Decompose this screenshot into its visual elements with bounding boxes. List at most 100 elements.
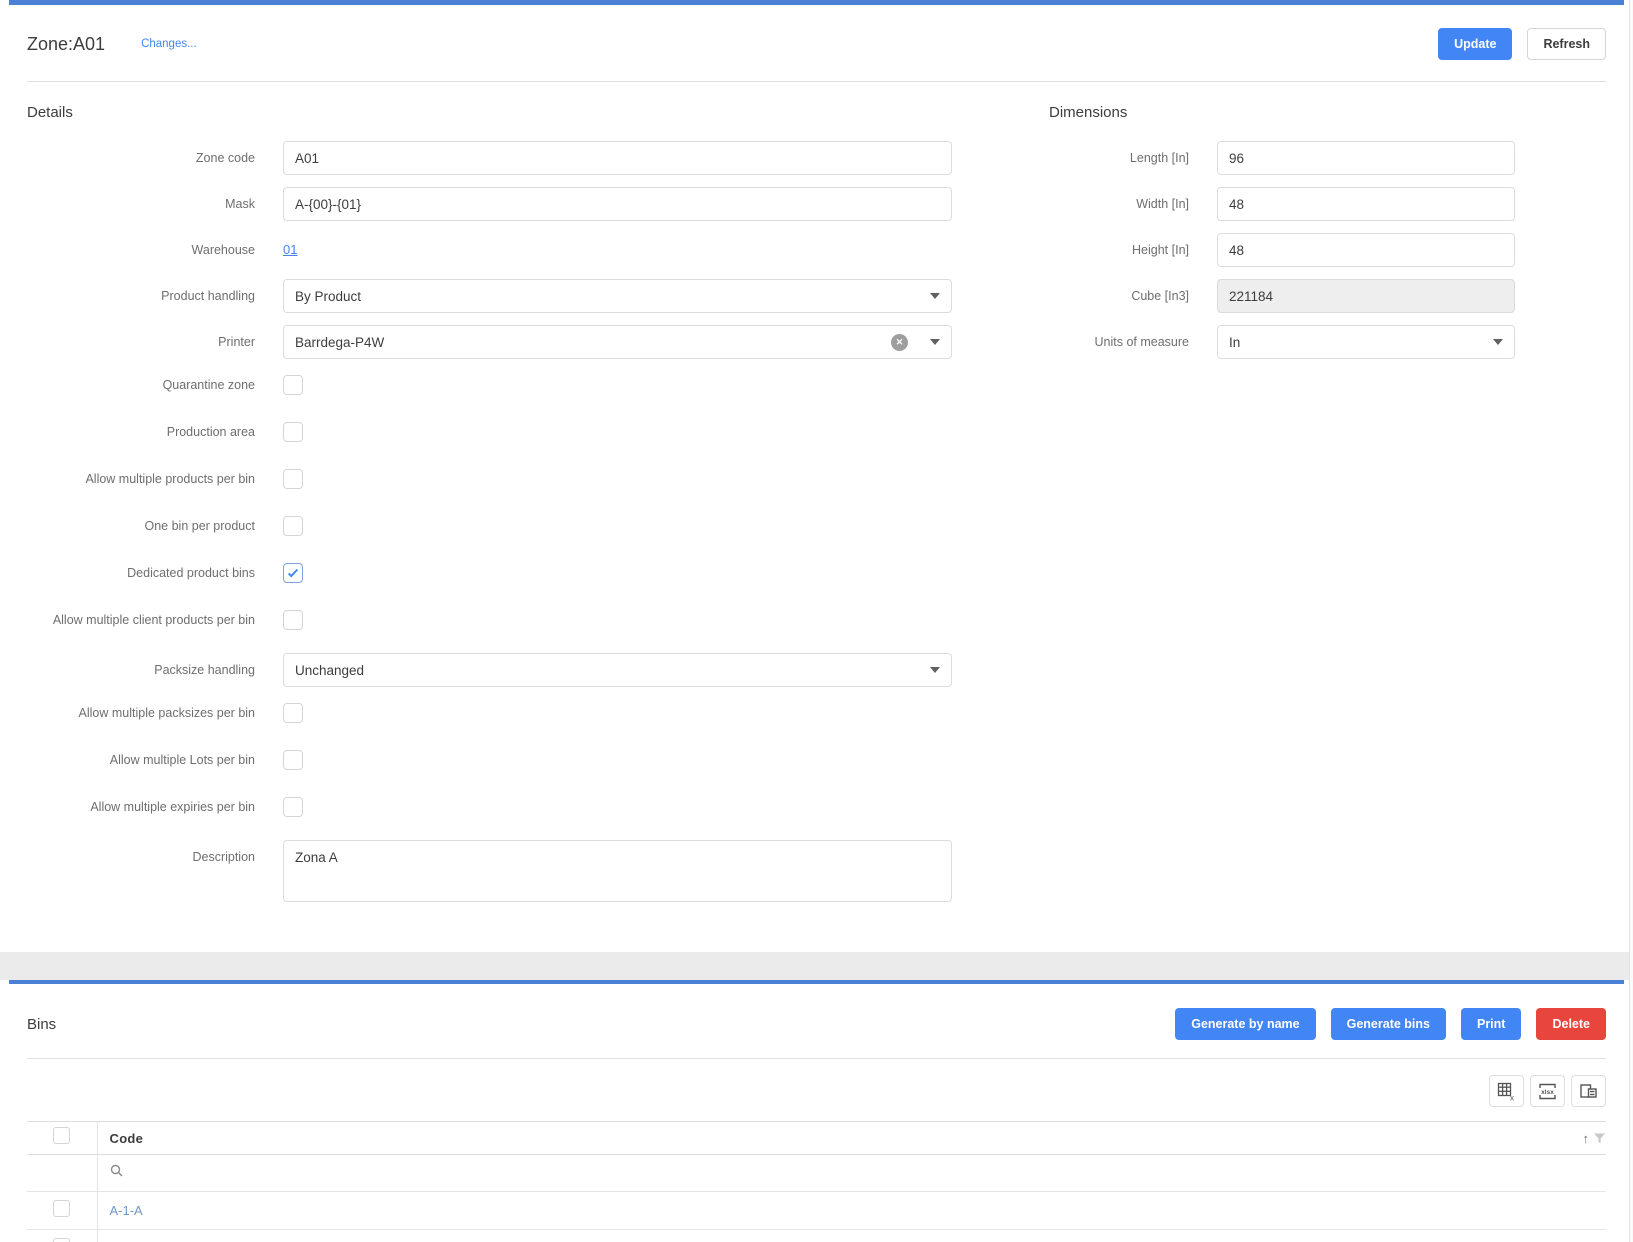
warehouse-label: Warehouse [27, 243, 255, 257]
width-row: Width [In] [1049, 187, 1515, 221]
bin-code-link[interactable]: A-1-A [110, 1203, 143, 1218]
search-icon [110, 1164, 124, 1178]
generate-by-name-button[interactable]: Generate by name [1175, 1008, 1315, 1040]
allow-multiple-client-products-label: Allow multiple client products per bin [27, 613, 255, 627]
row-select-cell [27, 1230, 97, 1242]
cube-readonly-field [1217, 279, 1515, 313]
printer-select[interactable]: Barrdega-P4W ✕ [283, 325, 952, 359]
bins-header: Bins Generate by name Generate bins Prin… [9, 984, 1624, 1040]
allow-multiple-packsizes-row: Allow multiple packsizes per bin [27, 699, 952, 727]
zone-code-row: Zone code [27, 141, 952, 175]
zone-header: Zone:A01 Changes... Update Refresh [9, 5, 1624, 61]
delete-button[interactable]: Delete [1536, 1008, 1606, 1040]
column-chooser-button[interactable] [1571, 1075, 1606, 1107]
product-handling-value: By Product [295, 289, 922, 304]
zone-code-input[interactable] [283, 141, 952, 175]
table-row: A-1-A [27, 1192, 1606, 1230]
length-input[interactable] [1217, 141, 1515, 175]
units-of-measure-value: In [1229, 335, 1485, 350]
allow-multiple-products-label: Allow multiple products per bin [27, 472, 255, 486]
scrollbar[interactable] [1629, 0, 1633, 1242]
grid-toolbar: x xlsx [9, 1059, 1624, 1107]
export-xlsx-button[interactable]: xlsx [1530, 1075, 1565, 1107]
cube-row: Cube [In3] [1049, 279, 1515, 313]
description-label: Description [27, 840, 255, 864]
height-input[interactable] [1217, 233, 1515, 267]
export-grid-button[interactable]: x [1489, 1075, 1524, 1107]
length-row: Length [In] [1049, 141, 1515, 175]
filter-row [27, 1155, 1606, 1192]
quarantine-zone-row: Quarantine zone [27, 371, 952, 399]
description-input[interactable]: Zona A [283, 840, 952, 902]
warehouse-link[interactable]: 01 [283, 242, 297, 257]
row-select-cell [27, 1192, 97, 1230]
bins-heading: Bins [27, 1016, 56, 1033]
refresh-button[interactable]: Refresh [1527, 28, 1606, 60]
description-row: Description Zona A [27, 840, 952, 902]
svg-text:xlsx: xlsx [1541, 1089, 1554, 1096]
chevron-down-icon[interactable] [930, 293, 940, 299]
zone-detail-card: Zone:A01 Changes... Update Refresh Detai… [9, 0, 1624, 952]
dimensions-heading: Dimensions [1049, 104, 1515, 121]
zone-form: Details Zone code Mask Warehouse 01 Prod… [9, 82, 1624, 104]
production-area-label: Production area [27, 425, 255, 439]
code-column-label: Code [110, 1131, 144, 1146]
allow-multiple-expiries-label: Allow multiple expiries per bin [27, 800, 255, 814]
chevron-down-icon[interactable] [1493, 339, 1503, 345]
units-of-measure-label: Units of measure [1049, 335, 1189, 349]
print-button[interactable]: Print [1461, 1008, 1521, 1040]
quarantine-zone-checkbox[interactable] [283, 375, 303, 395]
filter-empty-cell [27, 1155, 97, 1192]
filter-funnel-icon[interactable] [1593, 1132, 1606, 1145]
allow-multiple-packsizes-label: Allow multiple packsizes per bin [27, 706, 255, 720]
column-chooser-icon [1579, 1082, 1598, 1101]
cube-label: Cube [In3] [1049, 289, 1189, 303]
svg-text:x: x [1510, 1093, 1514, 1101]
code-filter-cell[interactable] [97, 1155, 1606, 1192]
allow-multiple-packsizes-checkbox[interactable] [283, 703, 303, 723]
table-row: A-10-A [27, 1230, 1606, 1242]
production-area-checkbox[interactable] [283, 422, 303, 442]
height-label: Height [In] [1049, 243, 1189, 257]
mask-input[interactable] [283, 187, 952, 221]
one-bin-per-product-row: One bin per product [27, 512, 952, 540]
details-heading: Details [27, 104, 952, 121]
code-column-header[interactable]: Code ↑ [97, 1122, 1606, 1155]
allow-multiple-lots-checkbox[interactable] [283, 750, 303, 770]
row-checkbox[interactable] [53, 1200, 70, 1217]
table-header-row: Code ↑ [27, 1122, 1606, 1155]
clear-icon[interactable]: ✕ [891, 334, 908, 351]
packsize-handling-select[interactable]: Unchanged [283, 653, 952, 687]
select-all-checkbox[interactable] [53, 1127, 70, 1144]
update-button[interactable]: Update [1438, 28, 1512, 60]
warehouse-row: Warehouse 01 [27, 233, 952, 267]
dedicated-product-bins-row: Dedicated product bins [27, 559, 952, 587]
mask-label: Mask [27, 197, 255, 211]
dimensions-section: Dimensions Length [In] Width [In] Height… [1049, 104, 1515, 371]
generate-bins-button[interactable]: Generate bins [1331, 1008, 1446, 1040]
xlsx-icon: xlsx [1537, 1082, 1558, 1101]
details-section: Details Zone code Mask Warehouse 01 Prod… [27, 104, 952, 914]
units-of-measure-select[interactable]: In [1217, 325, 1515, 359]
bins-card: Bins Generate by name Generate bins Prin… [9, 980, 1624, 1205]
allow-multiple-products-row: Allow multiple products per bin [27, 465, 952, 493]
one-bin-per-product-checkbox[interactable] [283, 516, 303, 536]
sort-ascending-icon[interactable]: ↑ [1583, 1131, 1590, 1146]
dedicated-product-bins-checkbox[interactable] [283, 563, 303, 583]
row-checkbox[interactable] [53, 1238, 70, 1242]
product-handling-select[interactable]: By Product [283, 279, 952, 313]
packsize-handling-row: Packsize handling Unchanged [27, 653, 952, 687]
allow-multiple-expiries-row: Allow multiple expiries per bin [27, 793, 952, 821]
printer-row: Printer Barrdega-P4W ✕ [27, 325, 952, 359]
quarantine-zone-label: Quarantine zone [27, 378, 255, 392]
allow-multiple-expiries-checkbox[interactable] [283, 797, 303, 817]
bins-table: Code ↑ [27, 1121, 1606, 1242]
allow-multiple-client-products-row: Allow multiple client products per bin [27, 606, 952, 634]
allow-multiple-lots-row: Allow multiple Lots per bin [27, 746, 952, 774]
width-input[interactable] [1217, 187, 1515, 221]
chevron-down-icon[interactable] [930, 339, 940, 345]
changes-link[interactable]: Changes... [141, 38, 197, 50]
allow-multiple-client-products-checkbox[interactable] [283, 610, 303, 630]
allow-multiple-products-checkbox[interactable] [283, 469, 303, 489]
chevron-down-icon[interactable] [930, 667, 940, 673]
